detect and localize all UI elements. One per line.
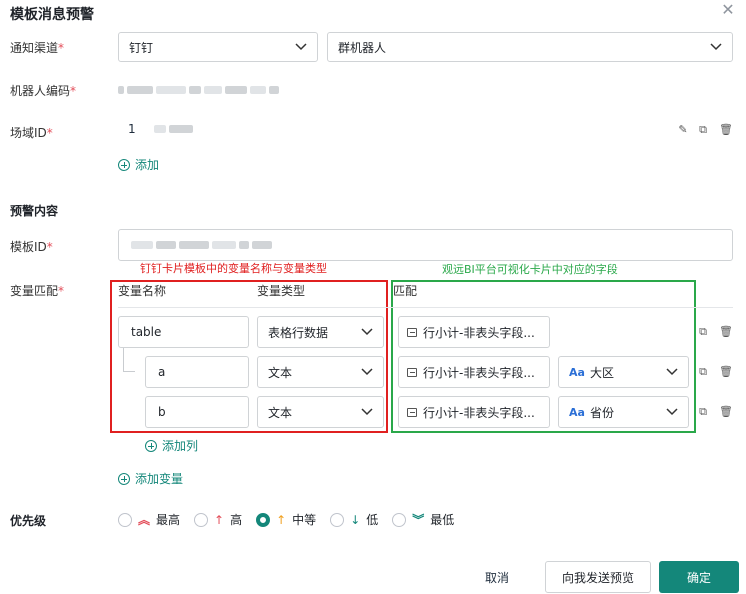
add-domain-button[interactable]: 添加 [118, 156, 159, 173]
plus-circle-icon [118, 158, 130, 171]
double-up-icon: ︽ [138, 513, 151, 527]
send-preview-button[interactable]: 向我发送预览 [545, 561, 651, 593]
add-column-button[interactable]: 添加列 [145, 437, 198, 454]
match-field-label: 行小计-非表头字段... [423, 405, 535, 420]
radio-button-selected[interactable] [256, 512, 271, 527]
template-id-label: 模板ID* [10, 240, 53, 254]
copy-icon[interactable]: ⧉ [697, 406, 709, 418]
col-match: 匹配 [393, 284, 418, 298]
field-icon [407, 407, 417, 417]
add-variable-label: 添加变量 [135, 472, 184, 486]
priority-label: 优先级 [10, 514, 47, 528]
match-field-button[interactable]: 行小计-非表头字段... [398, 356, 550, 388]
edit-icon[interactable]: ✎ [677, 124, 689, 136]
chevron-down-icon [361, 408, 373, 416]
chevron-down-icon [295, 43, 307, 51]
red-annotation: 钉钉卡片模板中的变量名称与变量类型 [140, 262, 327, 275]
copy-icon[interactable]: ⧉ [697, 124, 709, 136]
notify-channel-label: 通知渠道* [10, 41, 65, 55]
delete-icon[interactable]: 🗑 [719, 366, 733, 378]
target-select-value: 群机器人 [338, 40, 387, 55]
dimension-value: 省份 [589, 405, 614, 420]
arrow-up-icon: ↑ [276, 512, 287, 527]
target-select[interactable]: 群机器人 [327, 32, 733, 62]
priority-group: ︽ 最高 ↑ 高 ↑ 中等 ↓ 低 ︾ 最低 [118, 511, 454, 528]
match-field-label: 行小计-非表头字段... [423, 325, 535, 340]
cancel-button[interactable]: 取消 [466, 561, 528, 593]
close-icon[interactable]: ✕ [720, 2, 736, 18]
field-icon [407, 367, 417, 377]
radio-button[interactable] [118, 512, 132, 527]
template-id-input[interactable] [118, 229, 733, 261]
plus-circle-icon [145, 439, 157, 452]
priority-option-lowest[interactable]: ︾ 最低 [392, 511, 454, 528]
priority-option-medium[interactable]: ↑ 中等 [256, 511, 316, 528]
variable-type-select[interactable]: 文本 [257, 356, 384, 388]
add-domain-label: 添加 [135, 158, 160, 172]
arrow-down-icon: ↓ [350, 512, 361, 527]
dimension-value: 大区 [589, 365, 614, 380]
chevron-down-icon [710, 43, 722, 51]
variable-type-value: 表格行数据 [268, 325, 329, 340]
variable-type-value: 文本 [268, 365, 293, 380]
radio-button[interactable] [392, 512, 407, 527]
copy-icon[interactable]: ⧉ [697, 366, 709, 378]
domain-id-text: 1 [128, 122, 136, 136]
delete-icon[interactable]: 🗑 [719, 124, 733, 136]
confirm-button[interactable]: 确定 [659, 561, 739, 593]
green-annotation: 观远BI平台可视化卡片中对应的字段 [442, 263, 618, 276]
text-dimension-icon: Aa [569, 365, 585, 379]
text-dimension-icon: Aa [569, 405, 585, 419]
priority-option-high[interactable]: ↑ 高 [194, 511, 242, 528]
add-column-label: 添加列 [162, 439, 199, 453]
variable-name-input[interactable]: a [145, 356, 249, 388]
robot-code-label: 机器人编码* [10, 84, 77, 98]
chevron-down-icon [361, 368, 373, 376]
col-variable-type: 变量类型 [257, 284, 306, 298]
col-variable-name: 变量名称 [118, 284, 167, 298]
variable-type-select[interactable]: 文本 [257, 396, 384, 428]
arrow-up-icon: ↑ [214, 512, 225, 527]
header-divider [118, 307, 733, 308]
tree-connector [123, 348, 135, 372]
domain-id-value: 1 [128, 122, 196, 136]
chevron-down-icon [361, 328, 373, 336]
channel-select[interactable]: 钉钉 [118, 32, 318, 62]
dialog-title: 模板消息预警 [10, 7, 94, 23]
radio-button[interactable] [330, 512, 345, 527]
dimension-select[interactable]: Aa 省份 [558, 396, 689, 428]
plus-circle-icon [118, 472, 130, 485]
robot-code-redacted [118, 86, 282, 94]
channel-select-value: 钉钉 [129, 40, 154, 55]
variable-type-select[interactable]: 表格行数据 [257, 316, 384, 348]
priority-option-low[interactable]: ↓ 低 [330, 511, 378, 528]
variable-name-input[interactable]: table [118, 316, 249, 348]
chevron-down-icon [666, 368, 678, 376]
alert-section-title: 预警内容 [10, 204, 59, 218]
match-field-button[interactable]: 行小计-非表头字段... [398, 316, 550, 348]
delete-icon[interactable]: 🗑 [719, 326, 733, 338]
field-icon [407, 327, 417, 337]
delete-icon[interactable]: 🗑 [719, 406, 733, 418]
dimension-select[interactable]: Aa 大区 [558, 356, 689, 388]
copy-icon[interactable]: ⧉ [697, 326, 709, 338]
variable-name-input[interactable]: b [145, 396, 249, 428]
add-variable-button[interactable]: 添加变量 [118, 470, 183, 487]
domain-id-label: 场域ID* [10, 126, 53, 140]
match-field-label: 行小计-非表头字段... [423, 365, 535, 380]
double-down-icon: ︾ [412, 513, 425, 527]
variable-match-label: 变量匹配* [10, 284, 65, 298]
chevron-down-icon [666, 408, 678, 416]
match-field-button[interactable]: 行小计-非表头字段... [398, 396, 550, 428]
variable-type-value: 文本 [268, 405, 293, 420]
priority-option-highest[interactable]: ︽ 最高 [118, 511, 180, 528]
radio-button[interactable] [194, 512, 209, 527]
